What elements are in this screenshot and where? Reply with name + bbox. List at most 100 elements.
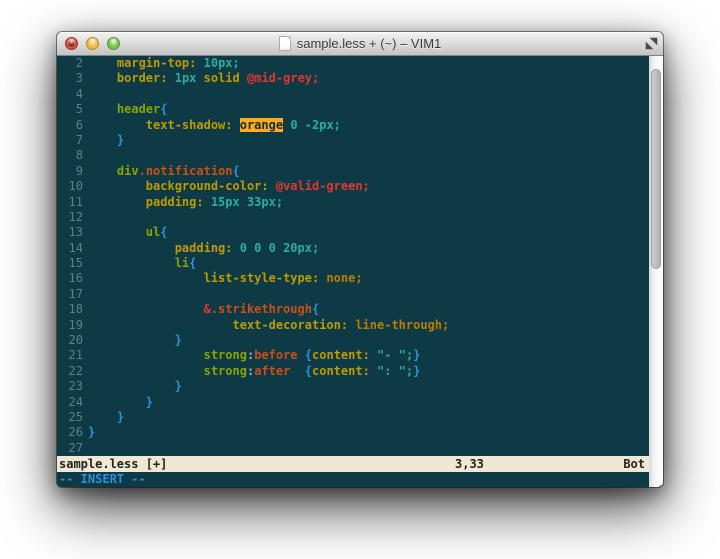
statusline-filename: sample.less [+] (59, 456, 167, 472)
line-number: 27 (57, 441, 83, 456)
line-number: 9 (57, 164, 83, 179)
code-token: div (117, 164, 139, 178)
minimize-button[interactable] (86, 37, 99, 50)
line-number: 8 (57, 148, 83, 163)
code-token: line-through; (355, 318, 449, 332)
insert-mode-indicator: -- INSERT -- (57, 472, 649, 487)
fullscreen-arrows-icon (645, 37, 658, 50)
code-token (88, 71, 117, 85)
close-button[interactable] (65, 37, 78, 50)
code-line[interactable]: 26} (57, 425, 649, 440)
code-token: header (117, 102, 160, 116)
code-token: after (254, 364, 290, 378)
code-token (88, 179, 146, 193)
fullscreen-button[interactable] (645, 37, 658, 50)
code-token (196, 56, 203, 70)
code-token: 15px 33px; (211, 195, 283, 209)
code-token: { (189, 256, 196, 270)
code-token: 10px; (204, 56, 240, 70)
code-line[interactable]: 17 (57, 287, 649, 302)
code-token (88, 410, 117, 424)
titlebar[interactable]: sample.less + (~) – VIM1 (57, 32, 663, 56)
code-token (88, 102, 117, 116)
line-number: 4 (57, 87, 83, 102)
code-token: { (160, 102, 167, 116)
code-token (88, 364, 204, 378)
window-content: 2 margin-top: 10px;3 border: 1px solid @… (57, 56, 663, 487)
code-token: } (88, 425, 95, 439)
code-token (240, 71, 247, 85)
scrollbar-thumb[interactable] (651, 69, 661, 269)
code-token: padding: (175, 241, 233, 255)
document-proxy-icon[interactable] (279, 36, 291, 51)
code-token (88, 225, 146, 239)
code-line[interactable]: 3 border: 1px solid @mid-grey; (57, 71, 649, 86)
line-number: 13 (57, 225, 83, 240)
code-line[interactable]: 27 (57, 441, 649, 456)
code-token (88, 318, 233, 332)
code-token (233, 241, 240, 255)
code-line[interactable]: 4 (57, 87, 649, 102)
code-token (269, 179, 276, 193)
code-token: none; (326, 271, 362, 285)
code-line[interactable]: 10 background-color: @valid-green; (57, 179, 649, 194)
code-line[interactable]: 24 } (57, 395, 649, 410)
code-token: padding: (146, 195, 204, 209)
line-number: 11 (57, 195, 83, 210)
code-token: .notification (139, 164, 233, 178)
title-group: sample.less + (~) – VIM1 (279, 36, 442, 51)
code-lines[interactable]: 2 margin-top: 10px;3 border: 1px solid @… (57, 56, 649, 456)
code-line[interactable]: 15 li{ (57, 256, 649, 271)
line-number: 20 (57, 333, 83, 348)
code-token (88, 241, 175, 255)
code-line[interactable]: 7 } (57, 133, 649, 148)
code-token: solid (204, 71, 240, 85)
resize-grip[interactable] (654, 479, 662, 487)
code-line[interactable]: 19 text-decoration: line-through; (57, 318, 649, 333)
code-token (88, 348, 204, 362)
scrollbar-track[interactable] (649, 56, 663, 487)
code-line[interactable]: 9 div.notification{ (57, 164, 649, 179)
resize-grip-icon (654, 484, 662, 487)
traffic-lights (65, 37, 120, 50)
code-token (370, 348, 377, 362)
code-token (88, 302, 204, 316)
code-token: & (204, 302, 211, 316)
code-line[interactable]: 12 (57, 210, 649, 225)
code-line[interactable]: 23 } (57, 379, 649, 394)
line-number: 24 (57, 395, 83, 410)
code-line[interactable]: 20 } (57, 333, 649, 348)
screenshot-stage: sample.less + (~) – VIM1 2 margin-top: 1… (0, 0, 720, 559)
code-token (88, 333, 175, 347)
line-number: 14 (57, 241, 83, 256)
code-token: li (175, 256, 189, 270)
code-line[interactable]: 6 text-shadow: orange 0 -2px; (57, 118, 649, 133)
code-token: } (117, 410, 124, 424)
code-line[interactable]: 2 margin-top: 10px; (57, 56, 649, 71)
code-line[interactable]: 16 list-style-type: none; (57, 271, 649, 286)
line-number: 18 (57, 302, 83, 317)
code-line[interactable]: 22 strong:after {content: ": ";} (57, 364, 649, 379)
code-line[interactable]: 13 ul{ (57, 225, 649, 240)
line-number: 6 (57, 118, 83, 133)
line-number: 7 (57, 133, 83, 148)
code-token (196, 71, 203, 85)
code-token: strong (204, 348, 247, 362)
code-token: border: (117, 71, 168, 85)
code-line[interactable]: 25 } (57, 410, 649, 425)
code-token: @mid-grey; (247, 71, 319, 85)
code-token (290, 364, 304, 378)
zoom-button[interactable] (107, 37, 120, 50)
code-line[interactable]: 5 header{ (57, 102, 649, 117)
code-token: 1px (175, 71, 197, 85)
code-token: { (312, 302, 319, 316)
code-line[interactable]: 21 strong:before {content: "- ";} (57, 348, 649, 363)
code-line[interactable]: 14 padding: 0 0 0 20px; (57, 241, 649, 256)
code-token: } (175, 333, 182, 347)
code-token (88, 56, 117, 70)
code-line[interactable]: 11 padding: 15px 33px; (57, 195, 649, 210)
code-token: @valid-green; (276, 179, 370, 193)
code-token: content: (312, 348, 370, 362)
code-line[interactable]: 8 (57, 148, 649, 163)
code-line[interactable]: 18 &.strikethrough{ (57, 302, 649, 317)
